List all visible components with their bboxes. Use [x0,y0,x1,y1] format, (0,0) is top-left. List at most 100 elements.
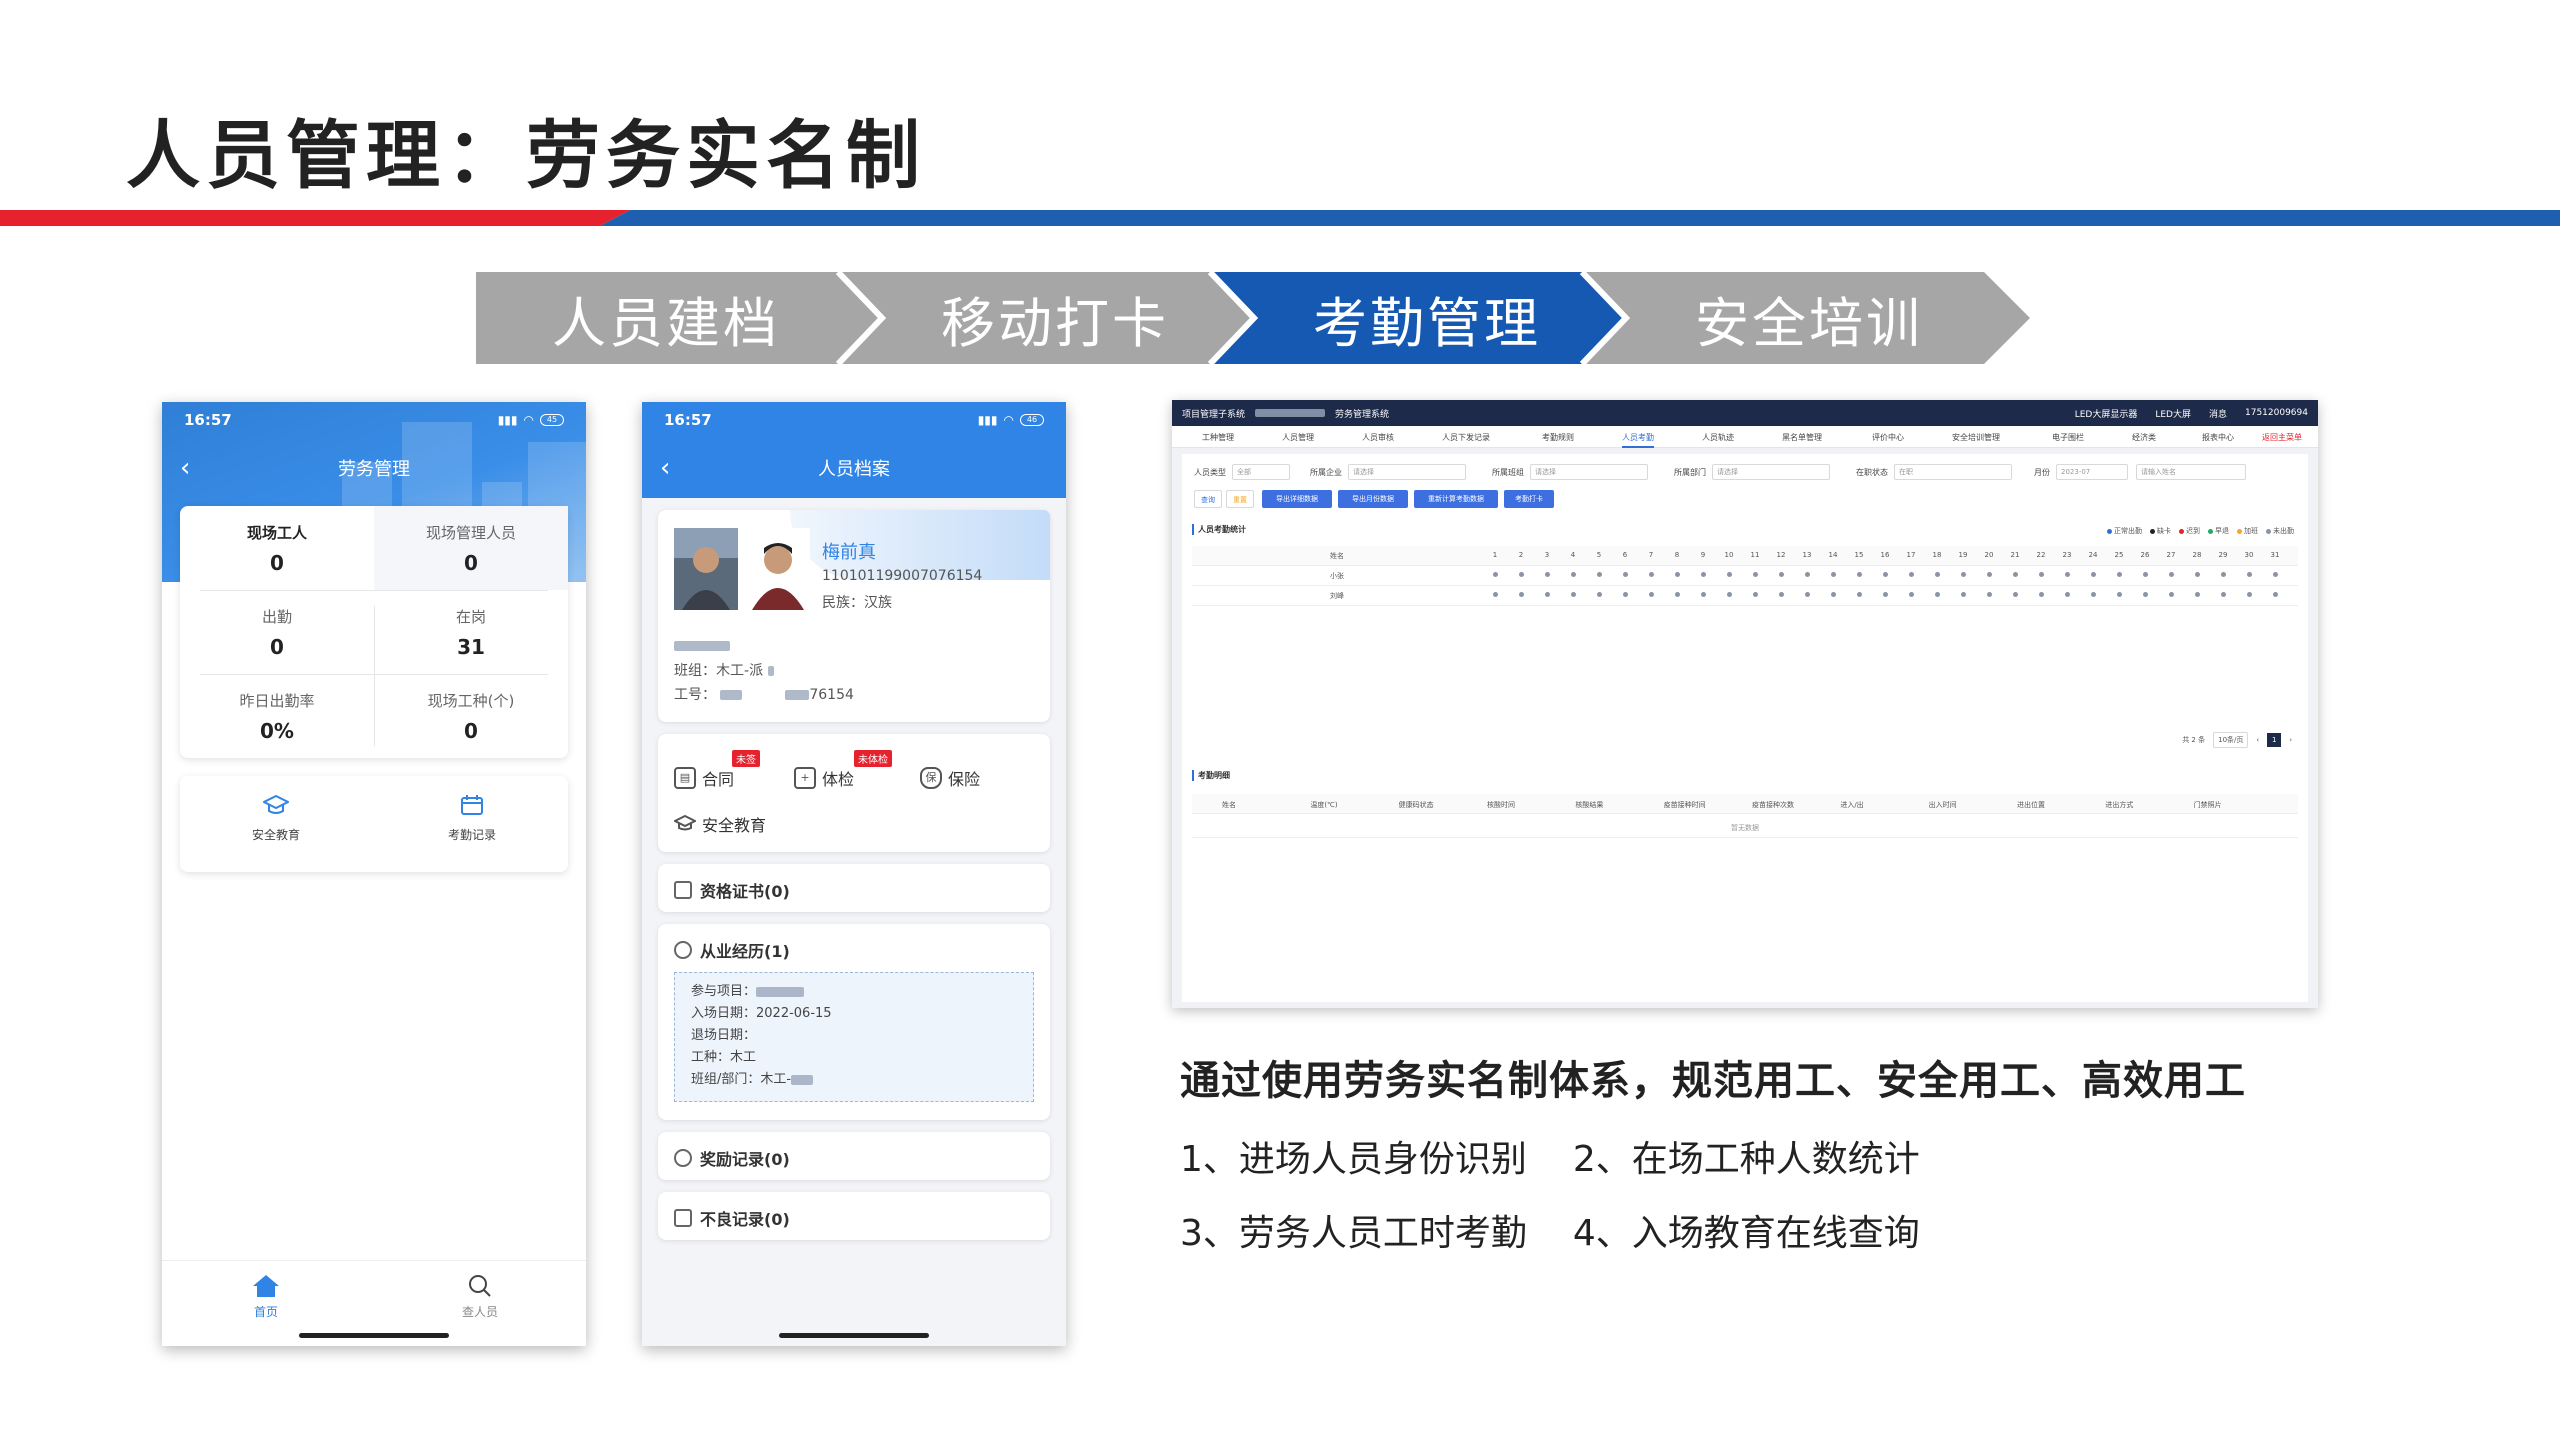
stat-on-duty[interactable]: 在岗 31 [374,590,568,674]
filter-company[interactable]: 所属企业 请选择 [1310,464,1466,480]
day-header: 11 [1750,551,1760,559]
attendance-dot [2220,592,2226,597]
safety-education-button[interactable]: 安全教育 [674,812,766,836]
signal-icon: ▮▮▮ [977,413,998,427]
day-cell [1742,571,1768,579]
export-detail-button[interactable]: 导出详细数据 [1262,490,1332,508]
day-cell [1898,571,1924,579]
day-cell [1534,591,1560,599]
worker-no-label: 工号： [674,687,716,703]
shortcut-safety-education[interactable]: 安全教育 [216,794,336,843]
day-cell [1898,591,1924,599]
wifi-icon: ◠ [523,413,534,427]
nav-item[interactable]: 电子围栏 [2052,432,2084,443]
led-screen-link[interactable]: LED大屏显示器 [2075,407,2138,420]
detail-column-header: 核酸时间 [1487,801,1515,809]
attendance-dot [1960,592,1966,597]
nav-item[interactable]: 黑名单管理 [1782,432,1822,443]
query-button[interactable]: 查询 [1194,490,1222,508]
rewards-section[interactable]: 奖励记录(0) [658,1132,1050,1180]
day-cell [1976,571,2002,579]
face-photo [746,528,810,610]
back-icon[interactable]: ‹ [660,454,680,482]
contract-button[interactable]: ▤ 合同 [674,766,734,790]
stat-attendance[interactable]: 出勤 0 [180,590,374,674]
certificates-section[interactable]: 资格证书(0) [658,864,1050,912]
day-cell [2002,591,2028,599]
nav-item[interactable]: 人员审核 [1362,432,1394,443]
nav-item[interactable]: 人员轨迹 [1702,432,1734,443]
detail-column-header: 姓名 [1222,801,1236,809]
stat-label: 现场工种(个) [427,691,515,710]
attendance-dot [1830,572,1836,577]
nav-item[interactable]: 人员管理 [1282,432,1314,443]
day-cell [1482,591,1508,599]
nav-item[interactable]: 人员下发记录 [1442,432,1490,443]
stat-yesterday-rate[interactable]: 昨日出勤率 0% [180,674,374,758]
page-number[interactable]: 1 [2267,733,2282,747]
stat-trade-count[interactable]: 现场工种(个) 0 [374,674,568,758]
detail-column-header: 出入时间 [1928,801,1957,809]
recalculate-button[interactable]: 重新计算考勤数据 [1414,490,1498,508]
prev-page-icon[interactable]: ‹ [2256,736,2259,744]
unexamined-badge: 未体检 [854,750,892,767]
nav-bar: ‹ 劳务管理 [162,438,586,498]
filter-month[interactable]: 月份 2023-07 [2034,464,2128,480]
page-size-select[interactable]: 10条/页 [2213,732,2249,748]
day-header: 10 [1724,551,1734,559]
day-cell [2106,591,2132,599]
next-page-icon[interactable]: › [2289,736,2292,744]
day-header: 26 [2140,551,2150,559]
nav-item[interactable]: 评价中心 [1872,432,1904,443]
day-header: 25 [2114,551,2124,559]
attendance-dot [1700,592,1706,597]
team-label: 班组：木工- [674,663,750,679]
day-cell [1846,591,1872,599]
user-account[interactable]: 17512009694 [2245,408,2308,418]
attendance-dot [1960,572,1966,577]
filter-status[interactable]: 在职状态 在职 [1856,464,2012,480]
tab-search-personnel[interactable]: 查人员 [430,1273,530,1320]
nav-item[interactable]: 工种管理 [1202,432,1234,443]
worker-name: 小张 [1330,572,1344,580]
attendance-dot [2194,572,2200,577]
export-month-button[interactable]: 导出月份数据 [1338,490,1408,508]
experience-section[interactable]: 从业经历(1) 参与项目： 入场日期：2022-06-15 退场日期： 工种：木… [658,924,1050,1120]
nav-item-active[interactable]: 人员考勤 [1622,432,1654,448]
filter-dept[interactable]: 所属部门 请选择 [1674,464,1830,480]
clock-in-button[interactable]: 考勤打卡 [1504,490,1554,508]
attendance-dot [1934,592,1940,597]
status-bar: 16:57 ▮▮▮ ◠ 45 [162,402,586,438]
bad-records-section[interactable]: 不良记录(0) [658,1192,1050,1240]
nav-title: 劳务管理 [338,459,410,480]
filter-person-type[interactable]: 人员类型 全部 [1194,464,1290,480]
nav-bar: ‹ 人员档案 [642,438,1066,498]
redacted-line [674,638,730,654]
shortcut-card: 安全教育 考勤记录 [180,776,568,872]
signal-icon: ▮▮▮ [497,413,518,427]
led-link[interactable]: LED大屏 [2155,407,2191,420]
nav-item[interactable]: 报表中心 [2202,432,2234,443]
reset-button[interactable]: 重置 [1226,490,1254,508]
shortcut-attendance-records[interactable]: 考勤记录 [412,794,532,843]
nav-item[interactable]: 安全培训管理 [1952,432,2000,443]
name-search-input[interactable]: 请输入姓名 [2136,464,2246,480]
filter-team[interactable]: 所属班组 请选择 [1492,464,1648,480]
stat-onsite-managers[interactable]: 现场管理人员 0 [374,506,568,590]
back-icon[interactable]: ‹ [180,454,200,482]
nav-back-main[interactable]: 返回主菜单 [2262,432,2302,443]
project-label: 参与项目： [691,984,757,999]
attendance-dot [1492,572,1498,577]
messages-link[interactable]: 消息 [2209,407,2227,420]
ethnicity: 民族：汉族 [822,595,892,611]
nav-item[interactable]: 经济类 [2132,432,2156,443]
insurance-button[interactable]: 保 保险 [920,766,980,790]
detail-column-header: 温度(℃) [1310,801,1338,809]
team-line: 班组：木工-派 [674,660,774,680]
nav-item[interactable]: 考勤规则 [1542,432,1574,443]
medical-exam-button[interactable]: + 体检 [794,766,854,790]
tab-home[interactable]: 首页 [216,1273,316,1320]
day-cell [1846,571,1872,579]
stat-onsite-workers[interactable]: 现场工人 0 [180,506,374,590]
table-row: 刘峰 [1192,586,2298,606]
